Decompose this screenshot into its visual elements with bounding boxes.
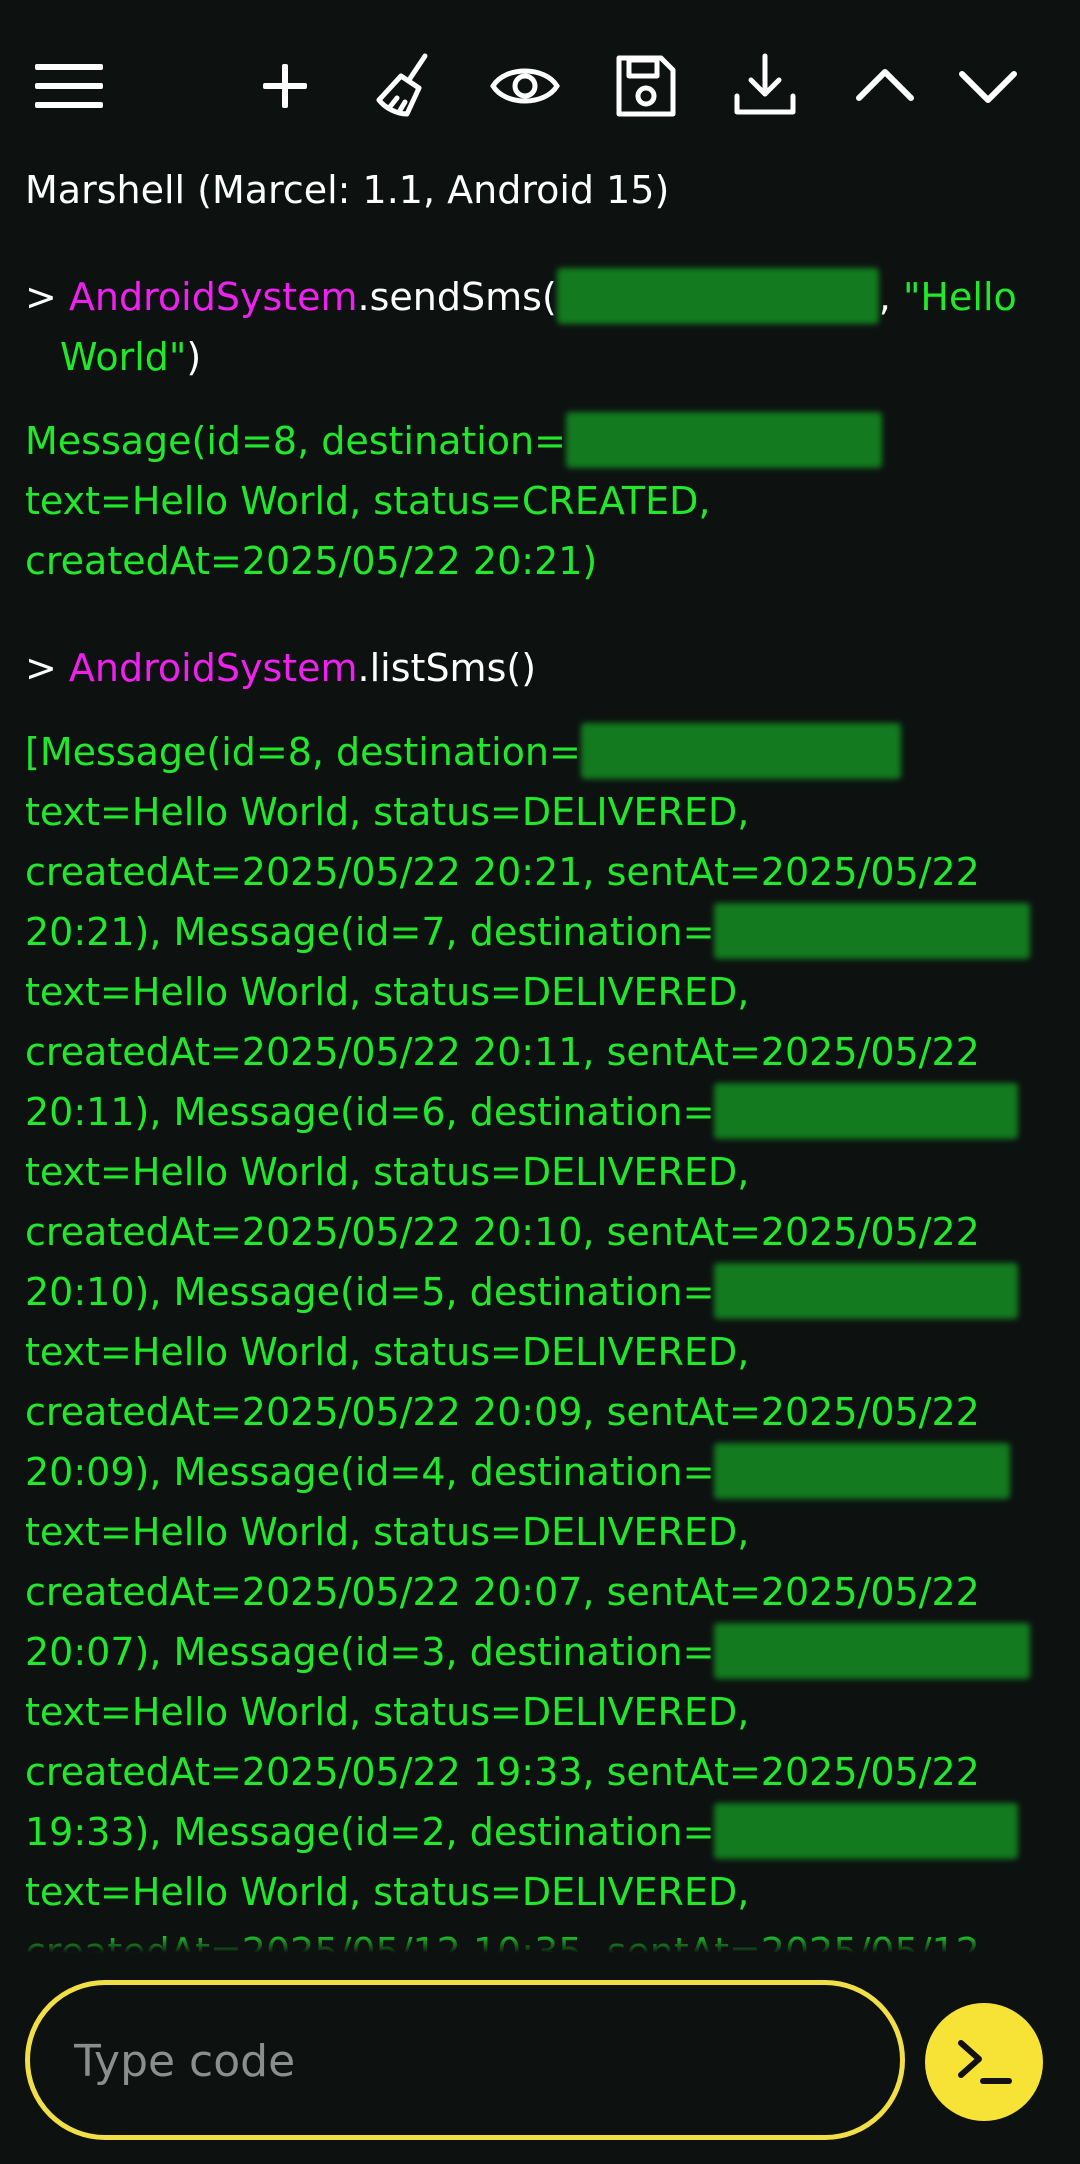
prompt-symbol: > [25, 275, 69, 319]
close-paren: ) [186, 335, 202, 379]
output-line: text=Hello World, status=CREATED, [25, 479, 711, 523]
method-name: .listSms() [357, 646, 537, 690]
redacted-phone [714, 1083, 1019, 1139]
toolbar [0, 0, 1080, 170]
console-output: Marshell (Marcel: 1.1, Android 15) > And… [25, 160, 1055, 1953]
save-button[interactable] [600, 45, 690, 127]
command-list-sms: > AndroidSystem.listSms() [25, 638, 1055, 698]
broom-icon [376, 53, 428, 117]
output-line: Message(id=8, destination= [25, 419, 566, 463]
output-line: createdAt=2025/05/22 20:21) [25, 539, 598, 583]
redacted-phone [565, 412, 882, 468]
output-line: createdAt=2025/05/22 20:21, sentAt=2025/… [25, 850, 980, 894]
terminal-prompt-icon [958, 2040, 1012, 2084]
eye-icon [490, 68, 560, 104]
output-line: text=Hello World, status=DELIVERED, [25, 1510, 750, 1554]
output-line: 20:07), Message(id=3, destination= [25, 1630, 715, 1674]
redacted-phone [714, 1623, 1031, 1679]
code-input[interactable] [72, 2025, 866, 2097]
redacted-phone [556, 268, 879, 324]
download-icon [734, 53, 796, 115]
string-arg-cont: World" [60, 335, 187, 379]
string-arg: "Hello [902, 275, 1017, 319]
save-icon [616, 55, 676, 117]
chevron-down-icon [959, 71, 1017, 103]
clear-button[interactable] [358, 45, 448, 127]
redacted-phone [714, 1263, 1019, 1319]
arg-separator: , [878, 275, 903, 319]
scroll-fade [25, 1933, 1055, 1953]
output-send-sms: Message(id=8, destination= text=Hello Wo… [25, 411, 1055, 591]
output-line: 20:21), Message(id=7, destination= [25, 910, 715, 954]
redacted-phone [714, 903, 1031, 959]
menu-icon [35, 64, 103, 108]
output-line: text=Hello World, status=DELIVERED, [25, 790, 750, 834]
history-up-button[interactable] [840, 45, 930, 127]
method-name: .sendSms( [357, 275, 557, 319]
prompt-symbol: > [25, 646, 69, 690]
object-name: AndroidSystem [68, 646, 358, 690]
redacted-phone [580, 723, 901, 779]
command-send-sms: > AndroidSystem.sendSms(, "Hello World") [25, 267, 1055, 387]
chevron-up-icon [856, 69, 914, 101]
output-line: text=Hello World, status=DELIVERED, [25, 1870, 750, 1914]
redacted-phone [714, 1803, 1019, 1859]
object-name: AndroidSystem [68, 275, 358, 319]
output-line: createdAt=2025/05/22 20:09, sentAt=2025/… [25, 1390, 980, 1434]
output-line: createdAt=2025/05/22 19:33, sentAt=2025/… [25, 1750, 980, 1794]
output-line: 20:10), Message(id=5, destination= [25, 1270, 715, 1314]
output-line: text=Hello World, status=DELIVERED, [25, 1150, 750, 1194]
output-line: text=Hello World, status=DELIVERED, [25, 1330, 750, 1374]
output-line: createdAt=2025/05/22 20:10, sentAt=2025/… [25, 1210, 980, 1254]
run-button[interactable] [925, 2003, 1043, 2121]
plus-icon [263, 64, 307, 108]
new-button[interactable] [240, 45, 330, 127]
output-line: 19:33), Message(id=2, destination= [25, 1810, 715, 1854]
history-down-button[interactable] [943, 45, 1033, 127]
output-list-sms: [Message(id=8, destination= text=Hello W… [25, 722, 1055, 1953]
download-button[interactable] [720, 45, 810, 127]
output-line: text=Hello World, status=DELIVERED, [25, 1690, 750, 1734]
code-input-container[interactable] [25, 1980, 905, 2140]
output-line: createdAt=2025/05/22 20:11, sentAt=2025/… [25, 1030, 980, 1074]
output-line: [Message(id=8, destination= [25, 730, 581, 774]
menu-button[interactable] [24, 45, 114, 127]
console-header: Marshell (Marcel: 1.1, Android 15) [25, 168, 670, 212]
output-line: createdAt=2025/05/22 20:07, sentAt=2025/… [25, 1570, 980, 1614]
output-line: text=Hello World, status=DELIVERED, [25, 970, 750, 1014]
view-button[interactable] [480, 45, 570, 127]
redacted-phone [714, 1443, 1011, 1499]
output-line: 20:09), Message(id=4, destination= [25, 1450, 715, 1494]
output-line: 20:11), Message(id=6, destination= [25, 1090, 715, 1134]
